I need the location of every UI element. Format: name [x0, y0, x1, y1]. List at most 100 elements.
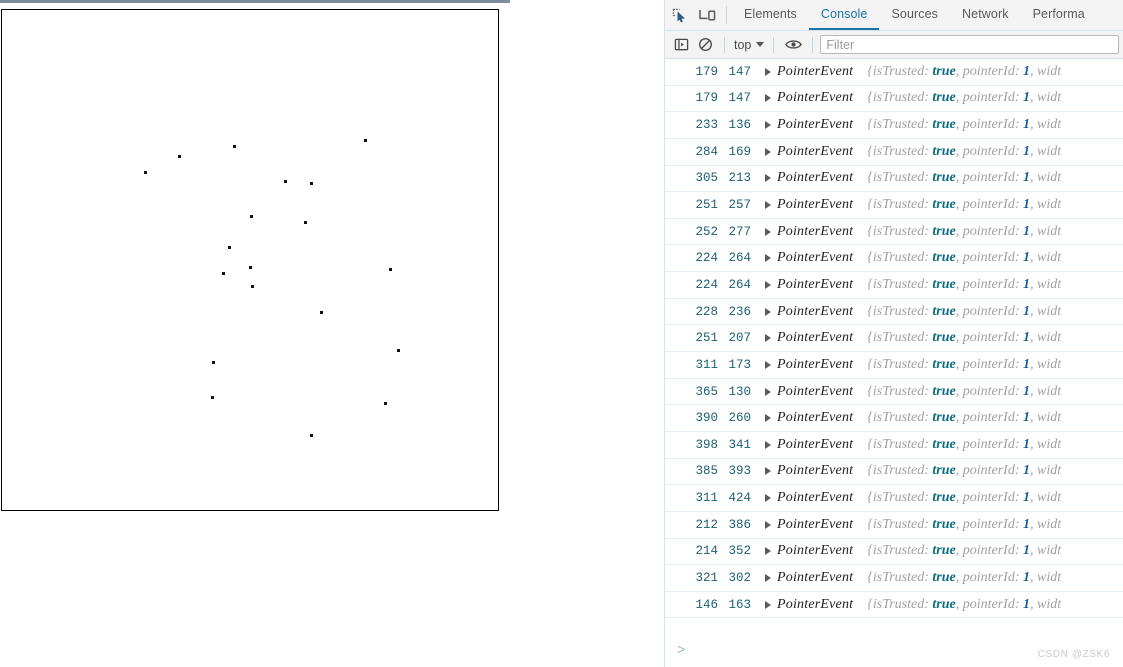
- expand-triangle-icon[interactable]: [765, 147, 771, 156]
- console-message-row[interactable]: 224 264 PointerEvent {isTrusted: true, poin…: [665, 245, 1123, 273]
- canvas-dot: [364, 139, 367, 142]
- expand-triangle-icon[interactable]: [765, 547, 771, 556]
- tab-sources[interactable]: Sources: [879, 0, 950, 30]
- console-message-row[interactable]: 305 213 PointerEvent {isTrusted: true, poin…: [665, 166, 1123, 193]
- console-message-list[interactable]: 179 147 PointerEvent {isTrusted: true, poin…: [665, 59, 1123, 638]
- pointer-y-value: 302: [728, 570, 751, 585]
- console-message-row[interactable]: 252 277 PointerEvent {isTrusted: true, poin…: [665, 219, 1123, 246]
- pointer-event-name: PointerEvent: [777, 63, 854, 79]
- filterbar-separator-3: [812, 36, 814, 53]
- pointer-event-name: PointerEvent: [777, 276, 854, 292]
- console-message-row[interactable]: 251 207 PointerEvent {isTrusted: true, poin…: [665, 325, 1123, 353]
- canvas-dot: [320, 311, 323, 314]
- expand-triangle-icon[interactable]: [765, 307, 771, 316]
- pointer-y-value: 264: [728, 251, 751, 266]
- pointer-event-name: PointerEvent: [777, 490, 854, 506]
- canvas-dot: [310, 434, 313, 437]
- pointer-y-value: 130: [728, 384, 751, 399]
- console-filterbar: top: [665, 31, 1123, 59]
- console-message-row[interactable]: 224 264 PointerEvent {isTrusted: true, poin…: [665, 272, 1123, 299]
- pointer-event-preview: {isTrusted: true, pointerId: 1, widt: [867, 170, 1062, 186]
- pointer-x-value: 224: [695, 277, 718, 292]
- clear-console-icon[interactable]: [693, 33, 717, 57]
- console-message-row[interactable]: 284 169 PointerEvent {isTrusted: true, poin…: [665, 139, 1123, 166]
- expand-triangle-icon[interactable]: [765, 573, 771, 582]
- inspect-element-icon[interactable]: [665, 0, 693, 30]
- tab-elements[interactable]: Elements: [732, 0, 809, 30]
- pointer-event-name: PointerEvent: [777, 143, 854, 159]
- canvas-dot: [310, 182, 313, 185]
- expand-triangle-icon[interactable]: [765, 440, 771, 449]
- live-expression-eye-icon[interactable]: [781, 33, 805, 57]
- expand-triangle-icon[interactable]: [765, 520, 771, 529]
- tab-performance-label: Performa: [1032, 7, 1085, 21]
- console-message-row[interactable]: 251 257 PointerEvent {isTrusted: true, poin…: [665, 192, 1123, 219]
- tab-network-label: Network: [962, 7, 1009, 21]
- filterbar-separator-1: [724, 36, 725, 53]
- expand-triangle-icon[interactable]: [765, 360, 771, 369]
- console-message-row[interactable]: 233 136 PointerEvent {isTrusted: true, poin…: [665, 112, 1123, 139]
- canvas-dot: [251, 285, 254, 288]
- filter-input[interactable]: [820, 35, 1119, 54]
- pointer-event-preview: {isTrusted: true, pointerId: 1, widt: [867, 410, 1062, 426]
- pointer-event-name: PointerEvent: [777, 410, 854, 426]
- pointer-event-name: PointerEvent: [777, 117, 854, 133]
- pointer-y-value: 341: [728, 437, 751, 452]
- pointer-event-preview: {isTrusted: true, pointerId: 1, widt: [867, 436, 1062, 452]
- expand-triangle-icon[interactable]: [765, 121, 771, 130]
- expand-triangle-icon[interactable]: [765, 254, 771, 263]
- canvas-dot: [212, 361, 215, 364]
- canvas-dot: [211, 396, 214, 399]
- pointer-x-value: 179: [695, 64, 718, 79]
- tab-performance[interactable]: Performa: [1021, 0, 1097, 30]
- console-message-row[interactable]: 179 147 PointerEvent {isTrusted: true, poin…: [665, 59, 1123, 86]
- console-message-row[interactable]: 146 163 PointerEvent {isTrusted: true, poin…: [665, 592, 1123, 619]
- tab-console[interactable]: Console: [808, 0, 880, 30]
- console-message-row[interactable]: 179 147 PointerEvent {isTrusted: true, poin…: [665, 86, 1123, 113]
- expand-triangle-icon[interactable]: [765, 227, 771, 236]
- pointer-y-value: 264: [728, 277, 751, 292]
- expand-triangle-icon[interactable]: [765, 334, 771, 343]
- drawing-canvas[interactable]: [1, 9, 499, 511]
- console-message-row[interactable]: 212 386 PointerEvent {isTrusted: true, poin…: [665, 512, 1123, 539]
- expand-triangle-icon[interactable]: [765, 174, 771, 183]
- canvas-dot: [304, 221, 307, 224]
- execution-context-label: top: [734, 37, 752, 52]
- expand-triangle-icon[interactable]: [765, 494, 771, 503]
- expand-triangle-icon[interactable]: [765, 387, 771, 396]
- console-message-row[interactable]: 214 352 PointerEvent {isTrusted: true, poin…: [665, 539, 1123, 566]
- pointer-x-value: 311: [695, 357, 718, 372]
- pointer-event-name: PointerEvent: [777, 330, 854, 346]
- execution-context-select[interactable]: top: [732, 38, 766, 52]
- console-message-row[interactable]: 228 236 PointerEvent {isTrusted: true, poin…: [665, 299, 1123, 326]
- pointer-event-preview: {isTrusted: true, pointerId: 1, widt: [867, 596, 1062, 612]
- expand-triangle-icon[interactable]: [765, 600, 771, 609]
- canvas-dot: [384, 402, 387, 405]
- pointer-y-value: 260: [728, 411, 751, 426]
- expand-triangle-icon[interactable]: [765, 414, 771, 423]
- expand-triangle-icon[interactable]: [765, 67, 771, 76]
- expand-triangle-icon[interactable]: [765, 467, 771, 476]
- expand-triangle-icon[interactable]: [765, 94, 771, 103]
- canvas-dot: [389, 268, 392, 271]
- pointer-y-value: 163: [728, 597, 751, 612]
- pointer-event-preview: {isTrusted: true, pointerId: 1, widt: [867, 516, 1062, 532]
- console-message-row[interactable]: 321 302 PointerEvent {isTrusted: true, poin…: [665, 565, 1123, 592]
- console-message-row[interactable]: 311 424 PointerEvent {isTrusted: true, poin…: [665, 485, 1123, 512]
- expand-triangle-icon[interactable]: [765, 201, 771, 210]
- canvas-dot: [249, 266, 252, 269]
- console-message-row[interactable]: 390 260 PointerEvent {isTrusted: true, poin…: [665, 405, 1123, 432]
- console-message-row[interactable]: 365 130 PointerEvent {isTrusted: true, poin…: [665, 379, 1123, 406]
- pointer-event-preview: {isTrusted: true, pointerId: 1, widt: [867, 63, 1062, 79]
- console-message-row[interactable]: 311 173 PointerEvent {isTrusted: true, poin…: [665, 352, 1123, 379]
- pointer-x-value: 305: [695, 171, 718, 186]
- console-message-row[interactable]: 385 393 PointerEvent {isTrusted: true, poin…: [665, 459, 1123, 486]
- tab-network[interactable]: Network: [950, 0, 1021, 30]
- expand-triangle-icon[interactable]: [765, 280, 771, 289]
- console-message-row[interactable]: 398 341 PointerEvent {isTrusted: true, poin…: [665, 432, 1123, 459]
- device-toolbar-icon[interactable]: [693, 0, 721, 30]
- tab-sources-label: Sources: [891, 7, 939, 21]
- pointer-event-preview: {isTrusted: true, pointerId: 1, widt: [867, 197, 1062, 213]
- console-sidebar-icon[interactable]: [669, 33, 693, 57]
- pointer-event-name: PointerEvent: [777, 383, 854, 399]
